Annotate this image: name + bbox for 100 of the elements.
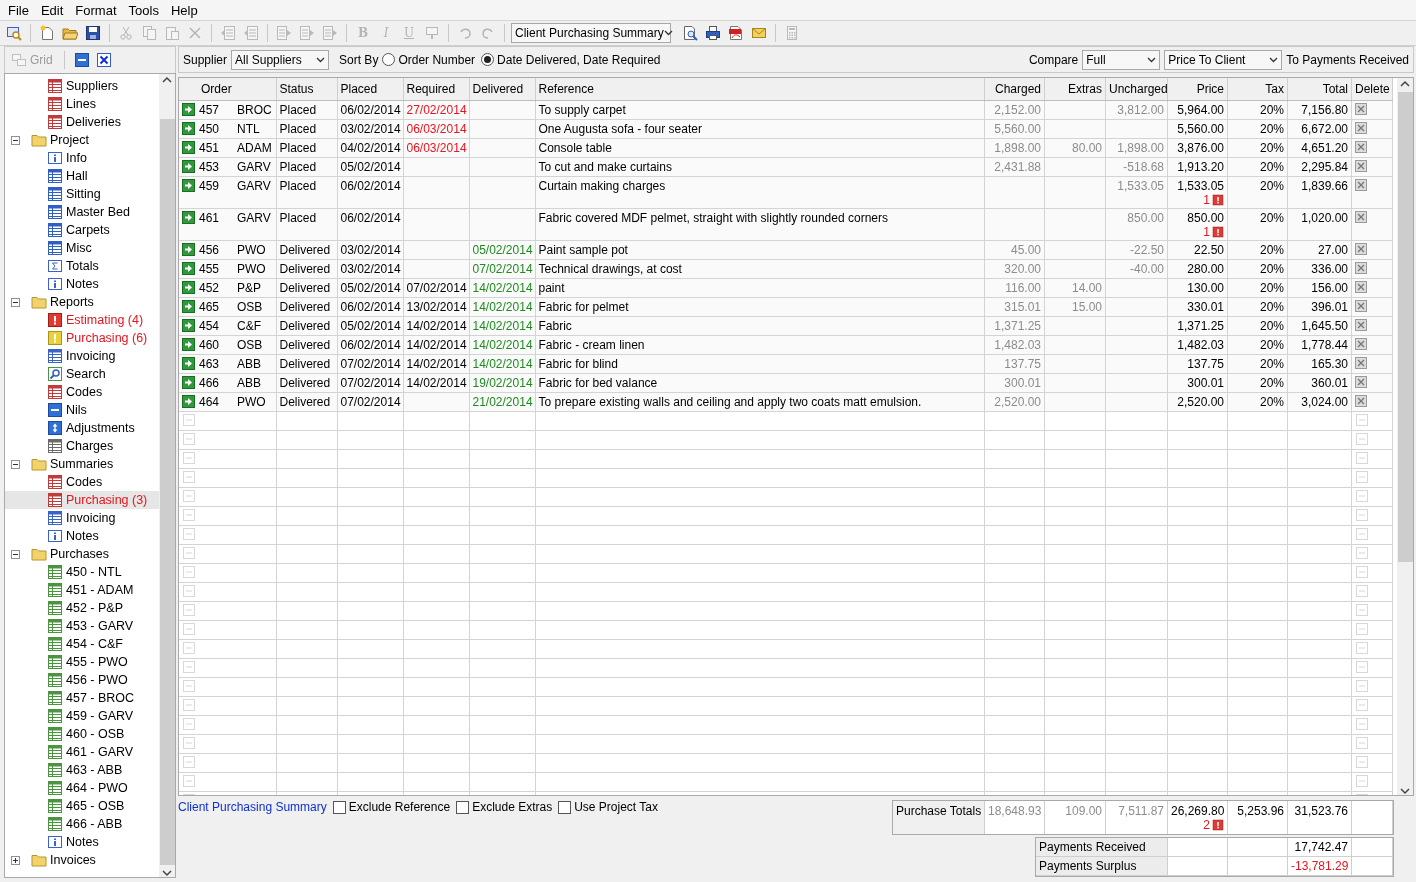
menu-item[interactable]: Format <box>69 0 123 20</box>
column-header[interactable]: Total <box>1287 78 1352 100</box>
checkbox-label[interactable]: Exclude Reference <box>348 800 451 814</box>
close-icon[interactable] <box>95 52 112 68</box>
arrow-icon[interactable] <box>182 179 195 192</box>
arrow-icon[interactable] <box>182 211 195 224</box>
row-placeholder-icon[interactable] <box>1356 774 1368 787</box>
tree-item[interactable]: Notes <box>66 277 99 291</box>
checkbox-label[interactable]: Exclude Extras <box>472 800 553 814</box>
collapse-icon[interactable] <box>11 459 20 469</box>
tree-item[interactable]: 459 - GARV <box>66 709 134 723</box>
tree-item[interactable]: 460 - OSB <box>66 727 125 741</box>
row-placeholder-icon[interactable] <box>1356 641 1368 654</box>
scroll-down-icon[interactable] <box>1400 787 1410 795</box>
row-placeholder-icon[interactable] <box>183 546 195 559</box>
arrow-icon[interactable] <box>182 300 195 313</box>
row-placeholder-icon[interactable] <box>183 489 195 502</box>
scroll-up-icon[interactable] <box>1400 80 1410 88</box>
tree-item[interactable]: Suppliers <box>66 79 119 93</box>
checkbox-label[interactable]: Use Project Tax <box>574 800 658 814</box>
row-placeholder-icon[interactable] <box>1356 717 1368 730</box>
column-header[interactable]: Order <box>179 78 276 100</box>
tree-folder[interactable]: Purchases <box>50 547 110 561</box>
delete-icon[interactable] <box>1355 121 1367 134</box>
tree-folder[interactable]: Invoices <box>50 853 96 867</box>
checkbox[interactable] <box>558 800 572 814</box>
arrow-icon[interactable] <box>182 122 195 135</box>
report-dropdown[interactable]: Client Purchasing Summary <box>511 23 671 43</box>
delete-icon[interactable] <box>1355 178 1367 191</box>
column-header[interactable]: Placed <box>337 78 403 100</box>
delete-icon[interactable] <box>1355 356 1367 369</box>
delete-icon[interactable] <box>1355 242 1367 255</box>
column-header[interactable]: Required <box>403 78 469 100</box>
row-placeholder-icon[interactable] <box>1356 679 1368 692</box>
row-placeholder-icon[interactable] <box>183 755 195 768</box>
row-placeholder-icon[interactable] <box>183 584 195 597</box>
menu-item[interactable]: Tools <box>122 0 165 20</box>
tree-item[interactable]: 455 - PWO <box>66 655 128 669</box>
row-placeholder-icon[interactable] <box>1356 546 1368 559</box>
tree-item[interactable]: 463 - ABB <box>66 763 123 777</box>
row-placeholder-icon[interactable] <box>1356 527 1368 540</box>
row-placeholder-icon[interactable] <box>1356 413 1368 426</box>
menu-item[interactable]: File <box>2 0 35 20</box>
checkbox[interactable] <box>456 800 470 814</box>
menu-item[interactable]: Help <box>164 0 204 20</box>
row-placeholder-icon[interactable] <box>183 717 195 730</box>
radio-button[interactable] <box>382 53 396 66</box>
row-placeholder-icon[interactable] <box>1356 470 1368 483</box>
tree-item[interactable]: 453 - GARV <box>66 619 134 633</box>
delete-icon[interactable] <box>1355 261 1367 274</box>
arrow-icon[interactable] <box>182 357 195 370</box>
search-icon[interactable] <box>6 25 22 41</box>
radio-label[interactable]: Date Delivered, Date Required <box>497 52 661 67</box>
tree-item[interactable]: Notes <box>66 529 99 543</box>
tree-item[interactable]: Purchasing (6) <box>66 331 148 345</box>
tree-item[interactable]: Carpets <box>66 223 110 237</box>
envelope-icon[interactable] <box>751 25 767 41</box>
tree-item[interactable]: Hall <box>66 169 88 183</box>
column-header[interactable]: Delivered <box>469 78 535 100</box>
row-placeholder-icon[interactable] <box>183 451 195 464</box>
column-header[interactable]: Price <box>1167 78 1228 100</box>
row-placeholder-icon[interactable] <box>183 774 195 787</box>
row-placeholder-icon[interactable] <box>183 736 195 749</box>
tree-item[interactable]: 450 - NTL <box>66 565 122 579</box>
row-placeholder-icon[interactable] <box>183 641 195 654</box>
tree-folder[interactable]: Summaries <box>50 457 114 471</box>
report-link[interactable]: Client Purchasing Summary <box>178 800 327 814</box>
arrow-icon[interactable] <box>182 281 195 294</box>
printer-icon[interactable] <box>705 25 721 41</box>
scroll-down-icon[interactable] <box>162 869 172 877</box>
collapse-icon[interactable] <box>11 297 20 307</box>
delete-icon[interactable] <box>1355 280 1367 293</box>
row-placeholder-icon[interactable] <box>183 527 195 540</box>
tree-item[interactable]: Adjustments <box>66 421 135 435</box>
arrow-icon[interactable] <box>182 262 195 275</box>
delete-icon[interactable] <box>1355 337 1367 350</box>
column-header[interactable]: Delete <box>1351 78 1393 100</box>
folder-icon[interactable] <box>62 25 78 41</box>
tree-item[interactable]: 461 - GARV <box>66 745 134 759</box>
tree-item[interactable]: Nils <box>66 403 87 417</box>
row-placeholder-icon[interactable] <box>183 622 195 635</box>
row-placeholder-icon[interactable] <box>183 679 195 692</box>
expand-icon[interactable] <box>11 855 20 865</box>
tree-item[interactable]: 454 - C&F <box>66 637 123 651</box>
arrow-icon[interactable] <box>182 103 195 116</box>
row-placeholder-icon[interactable] <box>1356 603 1368 616</box>
row-placeholder-icon[interactable] <box>1356 660 1368 673</box>
row-placeholder-icon[interactable] <box>183 698 195 711</box>
row-placeholder-icon[interactable] <box>1356 432 1368 445</box>
tree-item[interactable]: Charges <box>66 439 114 453</box>
delete-icon[interactable] <box>1355 210 1367 223</box>
row-placeholder-icon[interactable] <box>1356 755 1368 768</box>
collapse-icon[interactable] <box>11 135 20 145</box>
column-header[interactable]: Charged <box>984 78 1045 100</box>
row-placeholder-icon[interactable] <box>183 508 195 521</box>
row-placeholder-icon[interactable] <box>1356 584 1368 597</box>
delete-icon[interactable] <box>1355 375 1367 388</box>
scrollbar-thumb[interactable] <box>1397 92 1413 562</box>
tree-item[interactable]: 452 - P&P <box>66 601 123 615</box>
checkbox[interactable] <box>332 800 346 814</box>
